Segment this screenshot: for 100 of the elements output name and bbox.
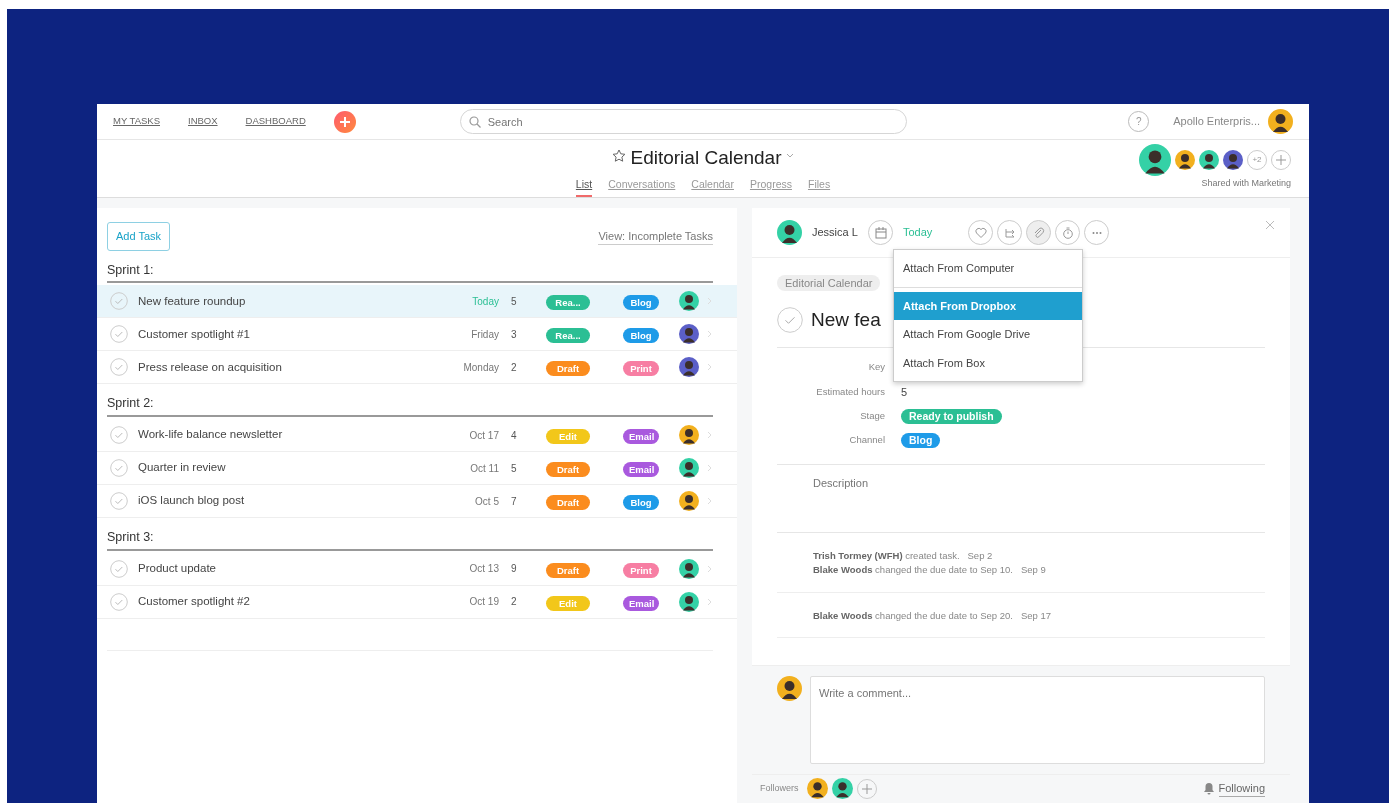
- chevron-icon: [707, 431, 713, 439]
- followers-label: Followers: [760, 781, 799, 795]
- avatar[interactable]: [679, 324, 699, 345]
- avatar[interactable]: [679, 291, 699, 312]
- search-icon: [468, 115, 481, 128]
- task-title[interactable]: New fea: [811, 306, 881, 335]
- section-header: Sprint 1:: [107, 250, 713, 284]
- task-row[interactable]: Press release on acquisition Monday 2 Draft Print: [97, 351, 737, 385]
- check-icon[interactable]: [110, 492, 128, 510]
- avatar[interactable]: [679, 458, 699, 478]
- avatar[interactable]: [679, 425, 699, 445]
- check-icon[interactable]: [110, 426, 128, 444]
- caret-icon[interactable]: [785, 153, 794, 160]
- hours: 5: [510, 294, 518, 309]
- due-date: Oct 13: [468, 562, 499, 577]
- stage-tag: Draft: [546, 495, 590, 510]
- hours: 3: [510, 327, 518, 342]
- calendar-button[interactable]: [868, 220, 893, 245]
- due-date: Friday: [470, 327, 499, 342]
- task-name: Quarter in review: [138, 460, 227, 476]
- subtask-icon[interactable]: [1003, 226, 1016, 239]
- check-icon[interactable]: [110, 325, 128, 344]
- chevron-icon: [707, 597, 713, 606]
- menu-item[interactable]: Attach From Box: [894, 348, 1082, 377]
- task-row[interactable]: Work-life balance newsletter Oct 17 4 Edit Email: [97, 419, 737, 452]
- close-icon[interactable]: [1265, 220, 1275, 230]
- due-date: Today: [471, 294, 499, 309]
- check-icon[interactable]: [110, 459, 128, 477]
- nav-link[interactable]: INBOX: [188, 114, 218, 129]
- check-icon[interactable]: [110, 358, 128, 377]
- task-row[interactable]: Quarter in review Oct 11 5 Draft Email: [97, 452, 737, 485]
- avatar[interactable]: [1268, 109, 1293, 134]
- heart-icon[interactable]: [974, 226, 987, 239]
- shared-label: Shared with Marketing: [1201, 177, 1291, 190]
- avatar[interactable]: [806, 778, 828, 799]
- task-row[interactable]: Customer spotlight #2 Oct 19 2 Edit Email: [97, 585, 737, 619]
- task-row[interactable]: Product update Oct 13 9 Draft Print: [97, 552, 737, 586]
- channel-tag: Blog: [623, 328, 659, 344]
- following-button[interactable]: Following: [1218, 779, 1265, 798]
- due-date: Oct 5: [474, 494, 499, 509]
- project-tab[interactable]: List: [575, 172, 593, 198]
- nav-link[interactable]: DASHBOARD: [245, 114, 306, 129]
- plus-icon[interactable]: [1276, 155, 1286, 165]
- star-icon[interactable]: [612, 149, 627, 164]
- calendar-icon[interactable]: [874, 226, 887, 239]
- field-label: Estimated hours: [815, 384, 885, 399]
- avatar[interactable]: [1223, 150, 1243, 170]
- org-name[interactable]: Apollo Enterpris...: [1173, 113, 1260, 130]
- check-icon[interactable]: [110, 292, 128, 311]
- plus-icon[interactable]: [861, 783, 872, 794]
- task-name: New feature roundup: [138, 293, 247, 309]
- stopwatch-icon[interactable]: [1061, 226, 1074, 239]
- avatar[interactable]: [679, 357, 699, 378]
- channel-tag: Blog: [623, 495, 659, 510]
- bell-icon: [1202, 782, 1215, 795]
- channel-tag: Print: [623, 562, 659, 578]
- chevron-icon: [707, 297, 713, 306]
- avatar[interactable]: [1199, 150, 1219, 170]
- check-icon[interactable]: [110, 592, 128, 611]
- menu-item[interactable]: Attach From Google Drive: [894, 320, 1082, 349]
- channel-tag: Email: [623, 462, 659, 477]
- due-date: Oct 19: [468, 595, 499, 610]
- activity-entry: Trish Tormey (WFH) created task. Sep 2: [813, 549, 994, 563]
- chevron-icon: [707, 330, 713, 339]
- stage-tag: Edit: [546, 595, 590, 611]
- task-name: Work-life balance newsletter: [138, 427, 284, 443]
- task-row[interactable]: Customer spotlight #1 Friday 3 Rea... Blog: [97, 318, 737, 352]
- avatar[interactable]: [679, 558, 699, 579]
- task-name: Customer spotlight #2: [138, 594, 251, 610]
- assignee-name[interactable]: Jessica L: [812, 224, 858, 241]
- task-row[interactable]: New feature roundup Today 5 Rea... Blog: [97, 285, 737, 319]
- avatar[interactable]: [777, 220, 802, 245]
- avatar[interactable]: [831, 778, 853, 799]
- stage-tag: Draft: [546, 361, 590, 377]
- subtask-button[interactable]: [997, 220, 1022, 245]
- timer-button[interactable]: [1055, 220, 1080, 245]
- due-date: Oct 11: [469, 461, 499, 476]
- avatar[interactable]: [679, 591, 699, 612]
- nav-link[interactable]: MY TASKS: [113, 114, 160, 129]
- add-button[interactable]: [333, 110, 356, 133]
- avatar[interactable]: [679, 491, 699, 511]
- search-field[interactable]: Search: [459, 109, 907, 135]
- attach-button[interactable]: [1026, 220, 1051, 245]
- channel-tag: Email: [623, 595, 659, 611]
- check-icon[interactable]: [777, 307, 803, 334]
- check-icon[interactable]: [110, 559, 128, 578]
- view-filter[interactable]: View: Incomplete Tasks: [598, 227, 713, 245]
- paperclip-icon[interactable]: [1032, 226, 1045, 239]
- comment-field[interactable]: Write a comment...: [810, 676, 1265, 764]
- menu-item[interactable]: Attach From Computer: [894, 254, 1082, 283]
- like-button[interactable]: [968, 220, 993, 245]
- avatar[interactable]: [1139, 144, 1171, 176]
- field-value[interactable]: 5: [901, 383, 908, 400]
- chevron-icon: [707, 564, 713, 573]
- more-button[interactable]: [1084, 220, 1109, 245]
- stage-tag: Edit: [546, 429, 590, 444]
- task-name: Press release on acquisition: [138, 359, 283, 375]
- avatar[interactable]: [1175, 150, 1195, 170]
- task-row[interactable]: iOS launch blog post Oct 5 7 Draft Blog: [97, 485, 737, 518]
- section-header: Sprint 2:: [107, 384, 713, 417]
